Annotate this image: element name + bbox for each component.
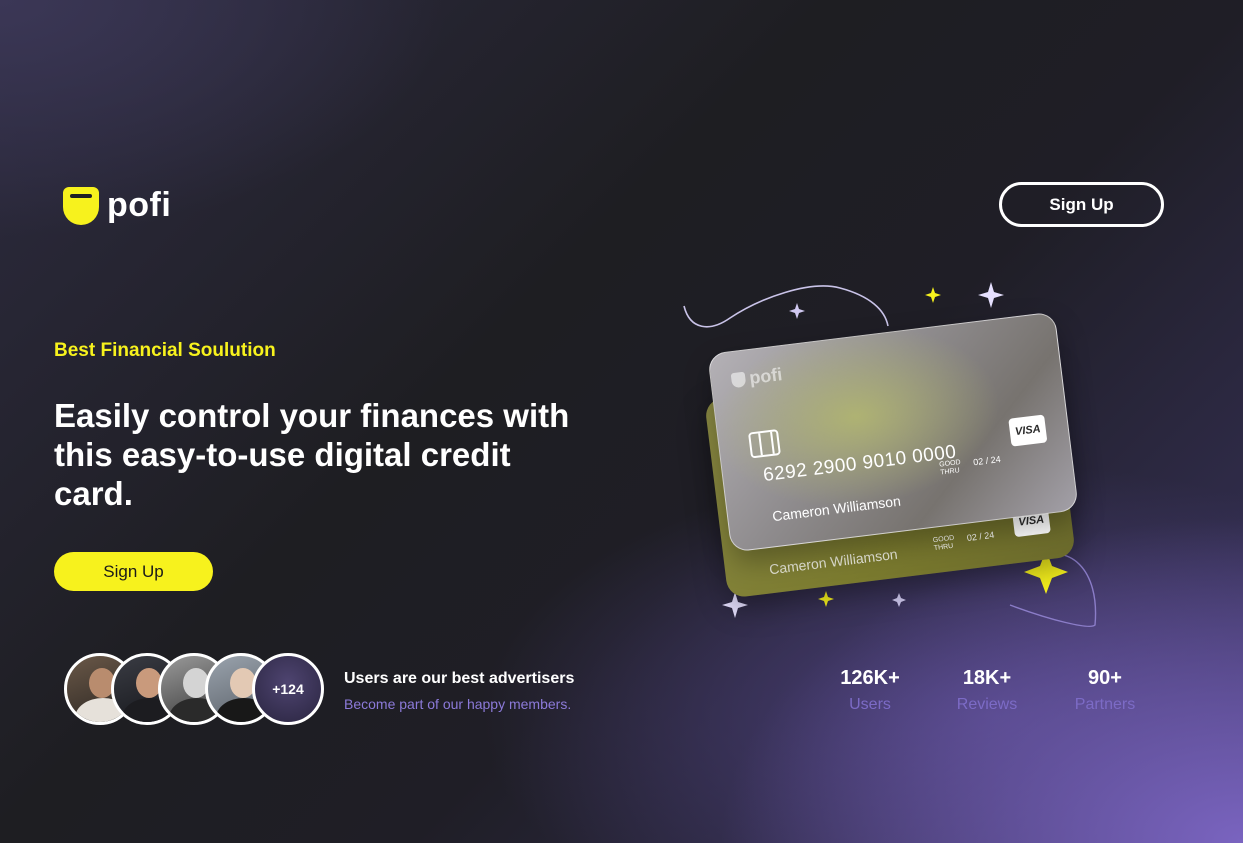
stat-label: Partners [1074, 696, 1136, 713]
swirl-line [683, 285, 889, 328]
sparkle-icon [892, 593, 906, 607]
header-signup-button[interactable]: Sign Up [999, 182, 1164, 227]
card-holder: Cameron Williamson [771, 492, 902, 525]
swirl-line [1009, 553, 1097, 627]
pofi-logo-icon [63, 186, 99, 225]
sparkle-icon [925, 287, 941, 303]
brand-name: pofi [107, 186, 172, 224]
social-proof-subtitle: Become part of our happy members. [344, 696, 572, 712]
good-thru-label: GOOD THRU [932, 534, 955, 553]
chip-icon [748, 429, 781, 459]
card-expiry: 02 / 24 [966, 529, 995, 544]
stat-users: 126K+ Users [815, 667, 925, 714]
card-number: 6292 2900 9010 0000 [762, 441, 958, 487]
card-holder: Cameron Williamson [768, 545, 899, 578]
card-expiry: 02 / 24 [972, 454, 1002, 468]
hero-signup-button[interactable]: Sign Up [54, 552, 213, 591]
pofi-logo-icon [730, 371, 747, 389]
stat-reviews: 18K+ Reviews [932, 667, 1042, 714]
visa-logo: VISA [1008, 414, 1048, 447]
credit-card-front: pofi 6292 2900 9010 0000 Cameron William… [707, 311, 1079, 553]
sparkle-icon [978, 282, 1004, 308]
stat-value: 18K+ [962, 667, 1012, 689]
sparkle-icon [818, 591, 834, 607]
stat-value: 126K+ [840, 667, 900, 689]
stat-label: Reviews [956, 696, 1018, 713]
stat-label: Users [849, 696, 891, 713]
social-proof-title: Users are our best advertisers [344, 670, 575, 687]
avatar-count-badge: +124 [252, 653, 324, 725]
stat-partners: 90+ Partners [1050, 667, 1160, 714]
sparkle-icon [789, 303, 805, 319]
brand-logo[interactable]: pofi [63, 186, 171, 225]
card-brand: pofi [730, 364, 783, 391]
credit-card-illustration: Cameron Williamson GOOD THRU 02 / 24 VISA… [670, 270, 1130, 640]
stat-value: 90+ [1088, 667, 1122, 689]
hero-headline: Easily control your finances with this e… [54, 397, 570, 512]
good-thru-label: GOOD THRU [938, 459, 962, 477]
hero-tagline: Best Financial Soulution [54, 340, 276, 361]
member-avatars: +124 [64, 653, 334, 725]
